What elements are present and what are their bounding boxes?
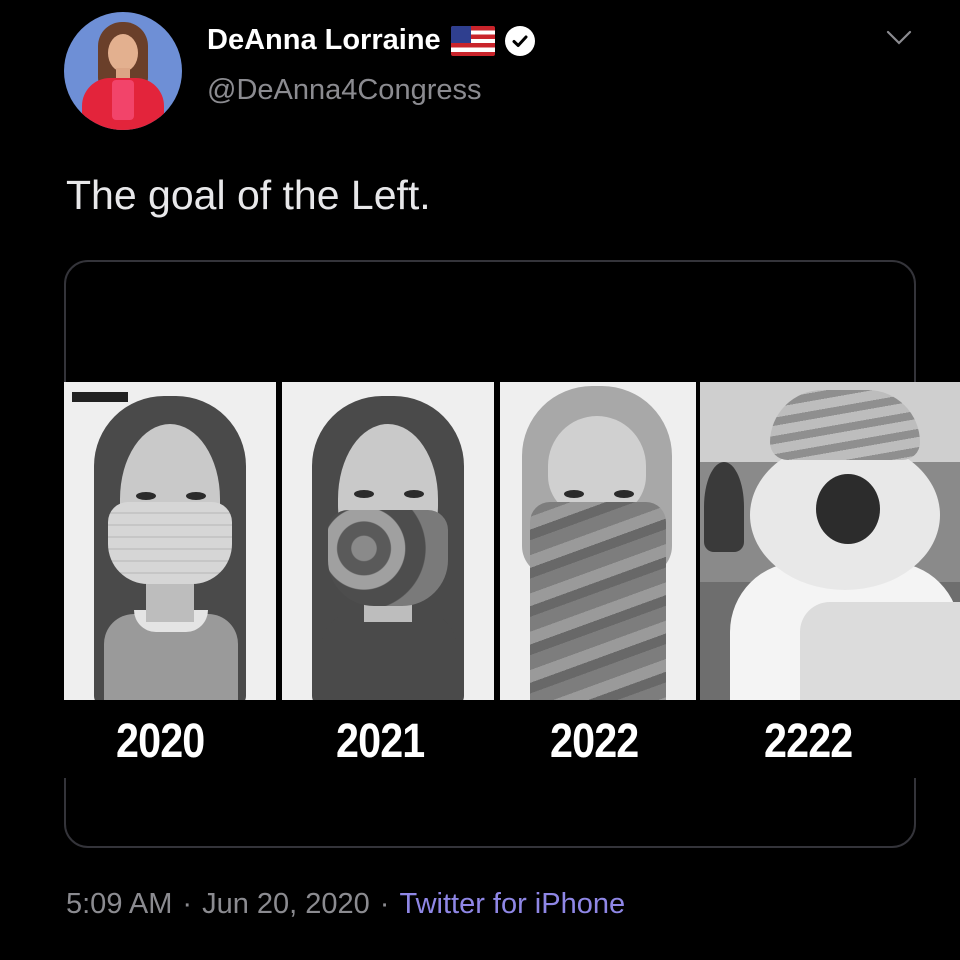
tweet-meta: 5:09 AM · Jun 20, 2020 · Twitter for iPh… — [66, 888, 625, 921]
year-label: 2222 — [764, 715, 853, 768]
avatar[interactable] — [64, 12, 182, 130]
photo-panel-3 — [500, 382, 696, 700]
meta-separator: · — [379, 888, 390, 920]
surgical-mask — [108, 502, 232, 584]
display-name[interactable]: DeAnna Lorraine — [207, 24, 441, 57]
year-label: 2020 — [116, 715, 205, 768]
avatar-shirt — [112, 80, 134, 120]
watermark-tag — [72, 392, 128, 402]
chevron-down-icon[interactable] — [884, 26, 914, 50]
verified-badge-icon — [504, 25, 535, 56]
neck-gaiter — [530, 502, 666, 700]
photo-panel-1 — [64, 382, 276, 700]
photo-panel-4 — [700, 382, 960, 700]
author-handle[interactable]: @DeAnna4Congress — [207, 74, 481, 107]
tweet-text: The goal of the Left. — [66, 172, 431, 218]
author-name-row: DeAnna Lorraine — [207, 24, 535, 57]
tweet-time[interactable]: 5:09 AM — [66, 888, 172, 921]
year-label: 2022 — [550, 715, 639, 768]
tweet-date[interactable]: Jun 20, 2020 — [202, 888, 370, 921]
us-flag-icon — [450, 25, 495, 56]
patterned-mask — [328, 510, 448, 606]
year-label: 2021 — [336, 715, 425, 768]
tweet-source-link[interactable]: Twitter for iPhone — [399, 888, 625, 921]
avatar-face — [108, 34, 138, 72]
photo-panel-2 — [282, 382, 494, 700]
meta-separator: · — [182, 888, 193, 920]
year-labels: 2020 2021 2022 2222 — [64, 702, 960, 778]
media-image[interactable]: 2020 2021 2022 2222 — [64, 382, 960, 778]
